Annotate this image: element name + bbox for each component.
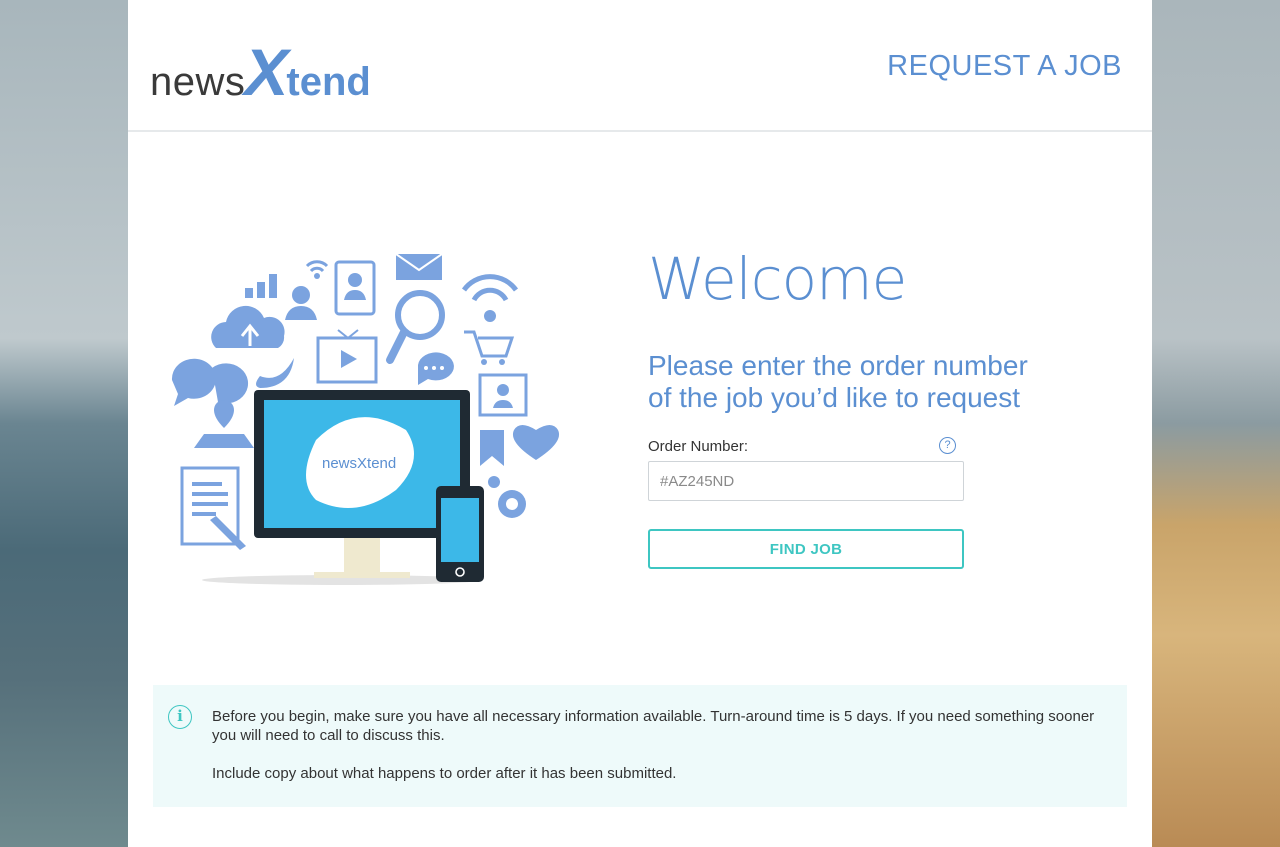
page-container: news X tend REQUEST A JOB newsXtend Welc… [128,0,1152,847]
background-right [1152,0,1280,847]
logo-text-news: news [150,60,246,104]
order-number-label: Order Number: [648,438,749,455]
devices-illustration-icon: newsXtend [171,253,560,585]
newsxtend-logo[interactable]: news X tend [150,34,371,109]
find-job-button[interactable]: FIND JOB [648,529,964,569]
welcome-section: Welcome Please enter the order number of… [648,245,1128,569]
background-left [0,0,128,847]
instruction-line-2: of the job you’d like to request [648,382,1021,413]
info-notice: i Before you begin, make sure you have a… [153,685,1127,807]
help-question-icon[interactable]: ? [939,437,956,454]
logo-text-tend: tend [286,60,371,104]
instruction-heading: Please enter the order number of the job… [648,350,1128,414]
page-title: REQUEST A JOB [887,50,1122,82]
hero-illustration: newsXtend [164,250,564,590]
instruction-line-1: Please enter the order number [648,350,1028,381]
notice-text: Before you begin, make sure you have all… [212,707,1102,783]
screen-logo-text: newsXtend [322,455,396,472]
order-number-input[interactable] [648,461,964,501]
header: news X tend REQUEST A JOB [128,0,1152,132]
welcome-heading: Welcome [648,245,907,313]
order-form: Order Number: ? [648,437,964,501]
notice-paragraph-2: Include copy about what happens to order… [212,765,677,782]
info-icon: i [168,705,192,729]
logo-text-x: X [244,34,289,109]
notice-paragraph-1: Before you begin, make sure you have all… [212,708,1095,744]
